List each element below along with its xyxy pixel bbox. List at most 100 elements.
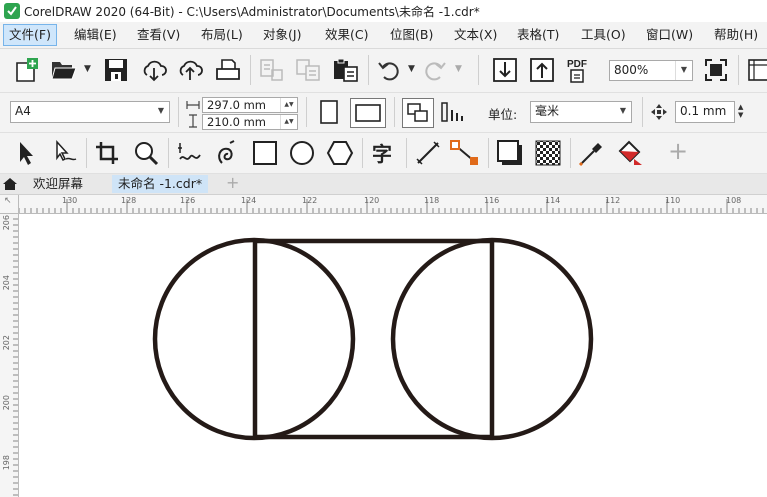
crop-tool-icon[interactable] — [94, 139, 120, 167]
page-width-value: 297.0 mm — [207, 98, 266, 112]
page-height-spinner[interactable]: ▲▼ — [280, 115, 297, 129]
nudge-spinner[interactable]: ▲ ▼ — [738, 103, 743, 119]
rulers-icon[interactable] — [747, 58, 767, 82]
text-tool-icon[interactable]: 字 — [370, 139, 398, 167]
rectangle-tool-icon[interactable] — [252, 140, 278, 166]
transparency-tool-icon[interactable] — [534, 139, 562, 167]
ruler-label: 202 — [2, 335, 11, 351]
ruler-label: 204 — [2, 275, 11, 291]
separator — [642, 97, 643, 127]
toolbox: 字 + — [0, 133, 767, 174]
new-tab-button[interactable]: + — [220, 175, 245, 193]
drop-shadow-tool-icon[interactable] — [496, 139, 524, 167]
portrait-orientation-icon[interactable] — [318, 99, 340, 125]
drawing-canvas[interactable] — [19, 214, 767, 497]
paste-icon[interactable] — [332, 57, 360, 83]
page-height-icon — [189, 114, 197, 128]
menu-effects[interactable]: 效果(C) — [320, 26, 373, 44]
zoom-dropdown-icon[interactable]: ▼ — [675, 61, 692, 80]
landscape-orientation-icon — [355, 104, 381, 122]
menu-object[interactable]: 对象(J) — [258, 26, 306, 44]
all-pages-button[interactable] — [402, 98, 434, 128]
connector-tool-icon[interactable] — [450, 139, 480, 167]
separator — [368, 55, 369, 85]
undo-icon[interactable] — [376, 58, 402, 82]
ruler-label: 200 — [2, 395, 11, 411]
separator — [250, 55, 251, 85]
tab-welcome-screen[interactable]: 欢迎屏幕 — [27, 175, 89, 193]
current-page-icon[interactable] — [440, 100, 466, 124]
page-size-combo[interactable]: A4 ▼ — [10, 101, 170, 123]
ruler-label: 118 — [424, 196, 440, 205]
page-size-value: A4 — [15, 104, 31, 118]
menu-window[interactable]: 窗口(W) — [641, 26, 698, 44]
redo-icon[interactable] — [422, 58, 448, 82]
save-icon[interactable] — [104, 58, 128, 82]
print-icon[interactable] — [215, 57, 241, 83]
menu-edit[interactable]: 编辑(E) — [69, 26, 122, 44]
redo-dropdown-icon[interactable]: ▼ — [455, 64, 462, 74]
nudge-distance-icon — [651, 104, 667, 120]
open-dropdown-icon[interactable]: ▼ — [84, 64, 91, 74]
units-combo[interactable]: 毫米 ▼ — [530, 101, 632, 123]
pick-tool-icon[interactable] — [14, 139, 38, 167]
export-icon[interactable] — [529, 57, 555, 83]
tab-document[interactable]: 未命名 -1.cdr* — [112, 175, 209, 193]
shape-tool-icon[interactable] — [52, 139, 78, 167]
page-height-input[interactable]: 210.0 mm ▲▼ — [202, 114, 298, 130]
new-document-icon[interactable] — [14, 57, 40, 83]
units-label: 单位: — [488, 107, 518, 122]
ruler-label: 120 — [364, 196, 380, 205]
menu-view[interactable]: 查看(V) — [132, 26, 185, 44]
home-icon[interactable] — [2, 177, 18, 191]
ruler-label: 108 — [726, 196, 742, 205]
drawing-area — [152, 237, 594, 441]
cut-icon[interactable] — [258, 58, 284, 82]
freehand-tool-icon[interactable] — [176, 139, 204, 167]
open-folder-icon[interactable] — [50, 59, 78, 81]
polygon-tool-icon[interactable] — [326, 139, 354, 167]
menu-text[interactable]: 文本(X) — [449, 26, 502, 44]
landscape-orientation-button[interactable] — [350, 98, 386, 128]
menu-help[interactable]: 帮助(H) — [709, 26, 763, 44]
ellipse-tool-icon[interactable] — [288, 140, 316, 166]
zoom-level-combo[interactable]: 800% ▼ — [609, 60, 693, 81]
parallel-dimension-tool-icon[interactable] — [414, 139, 442, 167]
separator — [488, 138, 489, 168]
ruler-label: 110 — [665, 196, 681, 205]
menu-layout[interactable]: 布局(L) — [196, 26, 248, 44]
cloud-export-icon[interactable] — [177, 58, 203, 82]
ruler-origin-icon: ↖ — [4, 196, 12, 206]
horizontal-ruler[interactable]: 130 128 126 124 122 120 118 116 114 112 … — [0, 195, 767, 214]
eyedropper-tool-icon[interactable] — [578, 139, 606, 167]
menu-table[interactable]: 表格(T) — [512, 26, 564, 44]
all-pages-icon — [407, 103, 428, 122]
title-bar: CorelDRAW 2020 (64-Bit) - C:\Users\Admin… — [0, 0, 767, 22]
add-tool-icon[interactable]: + — [668, 137, 688, 165]
units-dropdown-icon[interactable]: ▼ — [615, 102, 631, 122]
interactive-fill-tool-icon[interactable] — [614, 139, 644, 167]
artistic-media-tool-icon[interactable] — [214, 139, 242, 167]
page-size-dropdown-icon[interactable]: ▼ — [153, 102, 169, 122]
cloud-import-icon[interactable] — [141, 58, 167, 82]
ruler-label: 126 — [180, 196, 196, 205]
ruler-origin-corner[interactable]: ↖ — [0, 195, 19, 214]
full-screen-icon[interactable] — [704, 58, 728, 82]
undo-dropdown-icon[interactable]: ▼ — [408, 64, 415, 74]
import-icon[interactable] — [492, 57, 518, 83]
separator — [306, 97, 307, 127]
ruler-label: 122 — [302, 196, 318, 205]
zoom-tool-icon[interactable] — [132, 139, 160, 167]
copy-icon[interactable] — [294, 58, 322, 82]
page-width-spinner[interactable]: ▲▼ — [280, 98, 297, 112]
separator — [178, 97, 179, 127]
menu-tools[interactable]: 工具(O) — [576, 26, 631, 44]
nudge-distance-input[interactable]: 0.1 mm — [675, 101, 735, 123]
menu-bitmaps[interactable]: 位图(B) — [385, 26, 438, 44]
menu-file[interactable]: 文件(F) — [3, 24, 57, 46]
publish-pdf-icon[interactable]: PDF — [566, 56, 594, 84]
vertical-ruler[interactable]: 206 204 202 200 198 — [0, 195, 19, 497]
zoom-level-value: 800% — [614, 63, 649, 77]
separator — [738, 55, 739, 85]
page-width-input[interactable]: 297.0 mm ▲▼ — [202, 97, 298, 113]
